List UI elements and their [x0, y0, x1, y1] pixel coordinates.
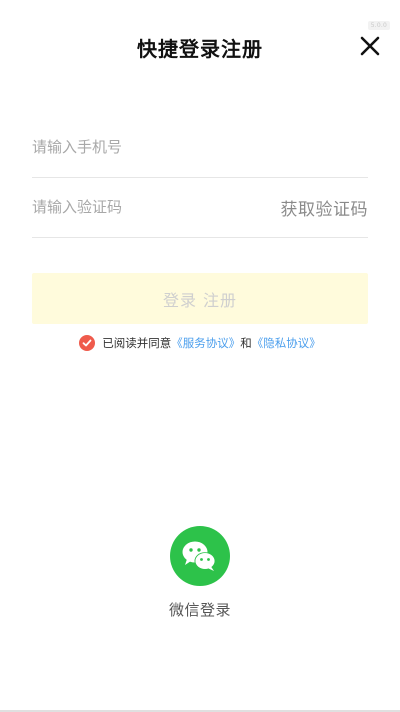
agreement-checkbox[interactable]	[79, 335, 96, 351]
privacy-agreement-link[interactable]: 《隐私协议》	[252, 335, 321, 351]
service-agreement-link[interactable]: 《服务协议》	[171, 335, 240, 351]
code-field: 获取验证码	[32, 177, 368, 238]
close-button[interactable]	[358, 34, 382, 58]
wechat-login-button[interactable]	[170, 526, 230, 586]
agreement-conjunction: 和	[240, 336, 252, 350]
get-code-button[interactable]: 获取验证码	[281, 195, 369, 220]
wechat-icon	[182, 541, 216, 571]
status-tag: 5.0.0	[367, 21, 390, 30]
close-icon	[360, 36, 380, 56]
login-register-button[interactable]: 登录 注册	[32, 273, 368, 324]
agreement-prefix: 已阅读并同意	[102, 336, 172, 350]
agreement-row: 已阅读并同意 《服务协议》 和 《隐私协议》	[0, 333, 400, 353]
page-title: 快捷登录注册	[137, 37, 263, 61]
phone-input[interactable]	[32, 135, 368, 159]
verification-code-input[interactable]	[32, 195, 262, 219]
check-icon	[82, 339, 92, 347]
phone-field	[32, 117, 368, 178]
wechat-login-label[interactable]: 微信登录	[0, 599, 400, 620]
